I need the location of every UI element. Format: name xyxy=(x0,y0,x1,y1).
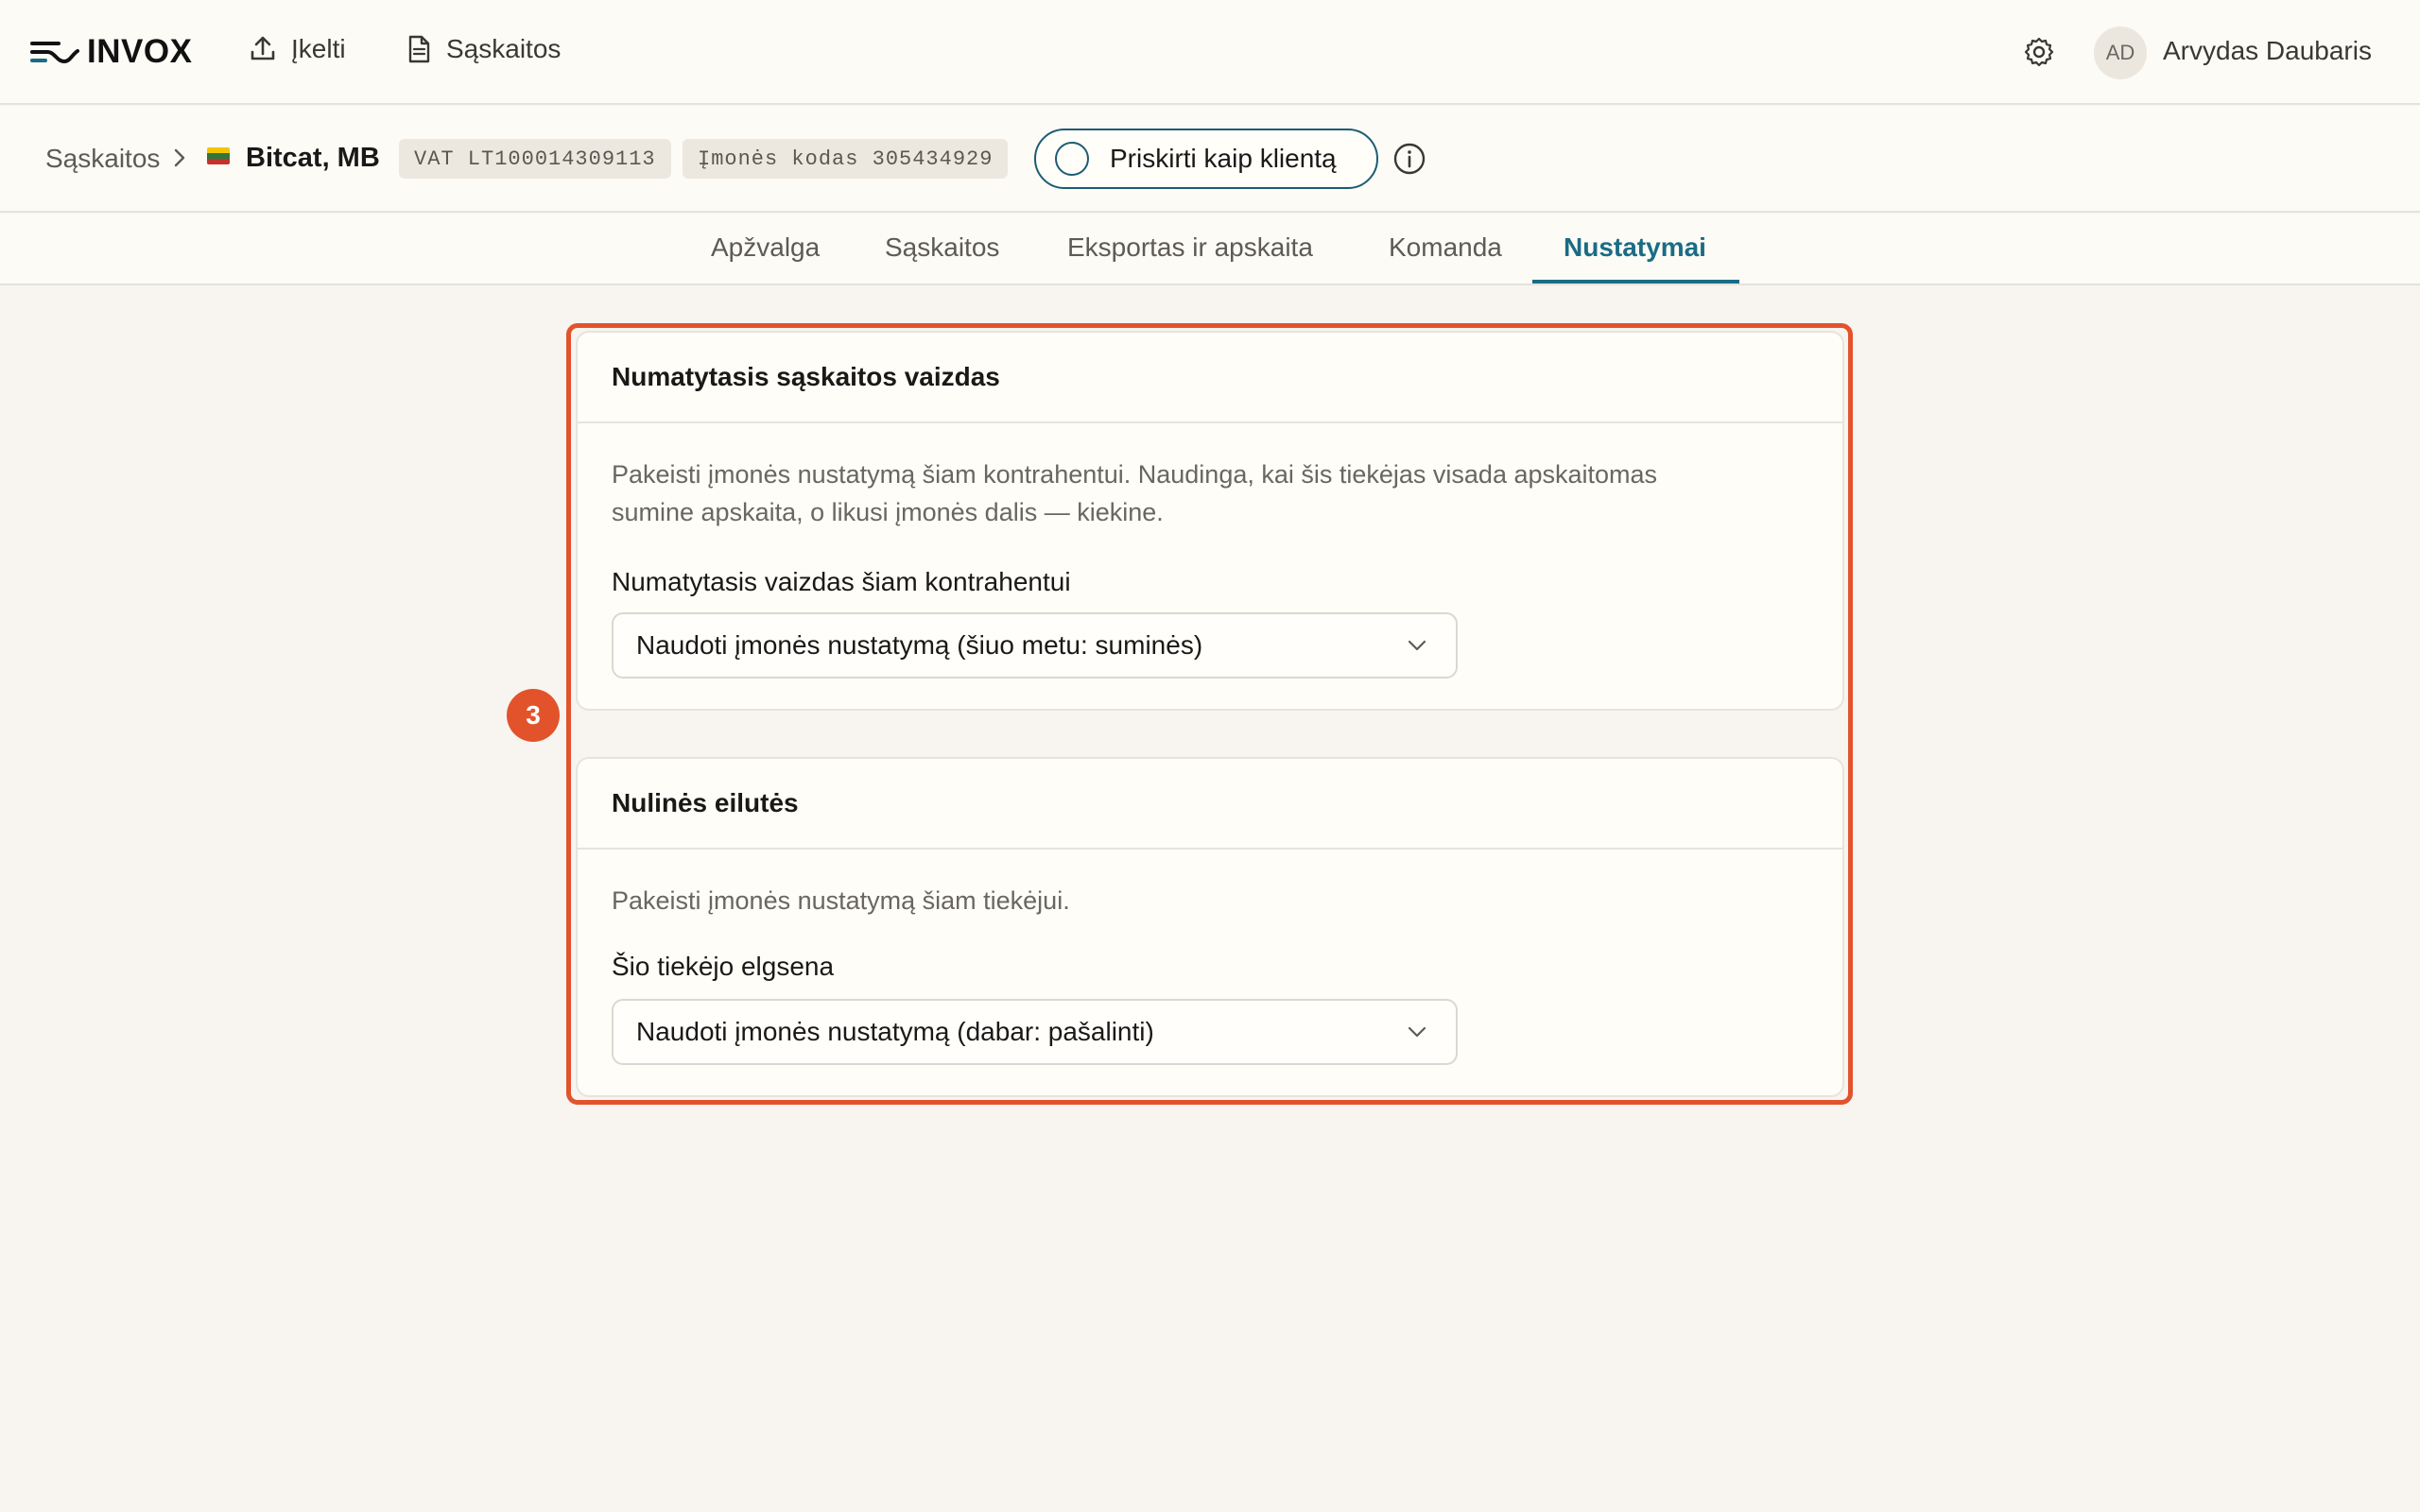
step-number-badge: 3 xyxy=(507,689,560,742)
tab-bar: Apžvalga Sąskaitos Eksportas ir apskaita… xyxy=(0,214,2420,285)
upload-icon xyxy=(251,36,275,60)
company-code-chip: Įmonės kodas 305434929 xyxy=(683,139,1009,179)
user-avatar[interactable]: AD xyxy=(2094,26,2147,79)
nav-upload-label: Įkelti xyxy=(291,34,346,63)
chevron-right-icon xyxy=(174,148,185,167)
assign-as-client-button[interactable]: Priskirti kaip klientą xyxy=(1034,129,1378,189)
company-name: Bitcat, MB xyxy=(246,143,380,173)
gear-icon[interactable] xyxy=(2023,36,2055,68)
nav-upload[interactable]: Įkelti xyxy=(248,34,346,64)
nav-invoices-label: Sąskaitos xyxy=(446,34,562,63)
lithuania-flag-icon xyxy=(207,147,230,164)
nav-invoices[interactable]: Sąskaitos xyxy=(405,34,561,64)
breadcrumb-bar: Sąskaitos Bitcat, MB VAT LT100014309113 … xyxy=(0,106,2420,213)
top-navigation-bar: INVOX Įkelti Sąskaitos AD Arvydas Daubar… xyxy=(0,0,2420,105)
vat-code-chip: VAT LT100014309113 xyxy=(399,139,671,179)
invox-logo[interactable]: INVOX xyxy=(30,32,192,72)
tab-invoices[interactable]: Sąskaitos xyxy=(885,232,999,263)
tab-settings[interactable]: Nustatymai xyxy=(1564,232,1706,263)
active-tab-indicator xyxy=(1532,280,1739,284)
radio-circle-icon xyxy=(1055,142,1089,176)
assign-as-client-label: Priskirti kaip klientą xyxy=(1110,144,1337,173)
logo-text: INVOX xyxy=(87,33,193,70)
tab-overview[interactable]: Apžvalga xyxy=(711,232,820,263)
tab-export-accounting[interactable]: Eksportas ir apskaita xyxy=(1067,232,1313,263)
logo-waves-icon xyxy=(30,42,79,64)
user-name[interactable]: Arvydas Daubaris xyxy=(2163,36,2372,66)
breadcrumb-invoices-link[interactable]: Sąskaitos xyxy=(45,144,160,174)
info-icon[interactable] xyxy=(1392,142,1426,176)
document-icon xyxy=(408,35,430,63)
tab-team[interactable]: Komanda xyxy=(1389,232,1502,263)
annotation-highlight-box xyxy=(566,323,1853,1105)
